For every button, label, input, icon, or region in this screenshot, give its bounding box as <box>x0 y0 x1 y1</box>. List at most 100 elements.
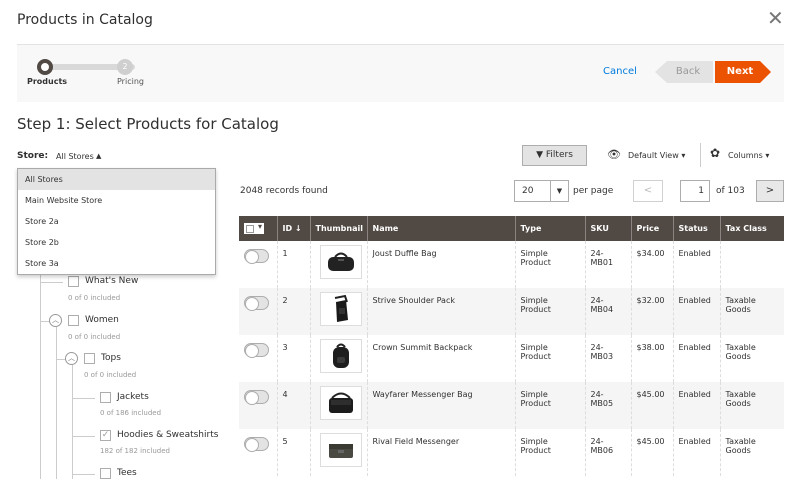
store-option-store-2a[interactable]: Store 2a <box>18 211 215 232</box>
cell-tax-class: Taxable Goods <box>719 288 784 335</box>
records-count: 2048 records found <box>240 186 328 196</box>
select-toggle[interactable] <box>244 249 269 264</box>
collapse-icon[interactable]: ︿ <box>65 352 78 365</box>
cancel-button[interactable]: Cancel <box>603 66 637 77</box>
select-toggle[interactable] <box>244 343 269 358</box>
step-pricing-label: Pricing <box>117 77 144 86</box>
cell-id: 5 <box>276 429 310 476</box>
cell-sku: 24-MB01 <box>584 241 631 288</box>
per-page-value: 20 <box>522 186 534 196</box>
filters-button[interactable]: ▼ Filters <box>522 145 587 166</box>
caret-down-icon[interactable]: ▼ <box>550 181 568 201</box>
collapse-icon[interactable]: ︿ <box>49 314 62 327</box>
column-header-type[interactable]: Type <box>514 216 585 241</box>
tree-item-tees[interactable]: Tees <box>117 468 137 478</box>
category-checkbox[interactable] <box>84 353 95 364</box>
table-row[interactable]: 2 Strive Shoulder Pack Simple Product 24… <box>239 288 784 335</box>
tree-item-count: 0 of 0 included <box>68 294 121 302</box>
product-thumbnail <box>319 245 362 279</box>
caret-up-icon[interactable]: ▲ <box>96 152 101 160</box>
columns-dropdown[interactable]: Columns ▾ <box>728 151 769 160</box>
grid-header-row: ID ↓ Thumbnail Name Type SKU Price Statu… <box>239 216 784 241</box>
divider <box>700 143 701 167</box>
cell-name: Rival Field Messenger <box>366 429 515 476</box>
store-option-store-2b[interactable]: Store 2b <box>18 232 215 253</box>
close-icon[interactable]: ✕ <box>767 8 784 28</box>
caret-down-icon: ▾ <box>765 151 770 160</box>
column-header-status[interactable]: Status <box>672 216 720 241</box>
modal-title: Products in Catalog <box>17 12 153 28</box>
product-thumbnail <box>319 339 362 373</box>
back-button[interactable]: Back <box>655 61 713 83</box>
mass-action-checkbox[interactable] <box>239 216 277 241</box>
store-option-store-3a[interactable]: Store 3a <box>18 253 215 274</box>
tree-connector <box>56 327 57 479</box>
step-products-dot <box>37 59 53 75</box>
cell-sku: 24-MB05 <box>584 382 631 429</box>
product-grid: ID ↓ Thumbnail Name Type SKU Price Statu… <box>239 216 784 476</box>
column-header-name[interactable]: Name <box>366 216 515 241</box>
table-row[interactable]: 4 Wayfarer Messenger Bag Simple Product … <box>239 382 784 429</box>
category-checkbox-checked[interactable]: ✓ <box>100 430 111 441</box>
cell-price: $45.00 <box>630 429 673 476</box>
tree-connector <box>72 436 95 437</box>
tree-item-hoodies-sweatshirts[interactable]: Hoodies & Sweatshirts <box>117 430 218 440</box>
per-page-label: per page <box>573 186 614 196</box>
select-toggle[interactable] <box>244 437 269 452</box>
store-switcher[interactable]: All Stores <box>56 152 94 161</box>
tree-item-tops[interactable]: Tops <box>101 353 121 363</box>
tree-item-count: 182 of 182 included <box>100 447 170 455</box>
cell-status: Enabled <box>672 241 720 288</box>
next-button[interactable]: Next <box>715 61 771 83</box>
total-pages: of 103 <box>716 186 745 196</box>
cell-name: Strive Shoulder Pack <box>366 288 515 335</box>
category-checkbox[interactable] <box>100 392 111 403</box>
previous-page-button[interactable]: < <box>633 180 663 202</box>
next-page-button[interactable]: > <box>756 180 784 202</box>
default-view-dropdown[interactable]: Default View ▾ <box>628 151 685 160</box>
filters-label: Filters <box>545 150 573 160</box>
gear-icon: ✿ <box>710 146 721 160</box>
select-toggle[interactable] <box>244 296 269 311</box>
category-checkbox[interactable] <box>68 276 79 287</box>
tree-item-count: 0 of 0 included <box>68 333 121 341</box>
cell-status: Enabled <box>672 382 720 429</box>
category-checkbox[interactable] <box>100 468 111 479</box>
cell-type: Simple Product <box>514 429 585 476</box>
step-products-label: Products <box>27 77 68 86</box>
column-header-price[interactable]: Price <box>630 216 673 241</box>
store-label: Store: <box>17 151 49 161</box>
tree-connector <box>72 398 95 399</box>
column-header-tax-class[interactable]: Tax Class <box>719 216 784 241</box>
table-row[interactable]: 3 Crown Summit Backpack Simple Product 2… <box>239 335 784 382</box>
store-dropdown: All Stores Main Website Store Store 2a S… <box>17 168 216 275</box>
tree-item-jackets[interactable]: Jackets <box>117 392 149 402</box>
select-toggle[interactable] <box>244 390 269 405</box>
eye-icon: 👁 <box>607 148 621 161</box>
cell-name: Crown Summit Backpack <box>366 335 515 382</box>
per-page-select[interactable]: 20 ▼ <box>514 180 569 202</box>
cell-name: Wayfarer Messenger Bag <box>366 382 515 429</box>
column-header-thumbnail[interactable]: Thumbnail <box>309 216 367 241</box>
cell-sku: 24-MB06 <box>584 429 631 476</box>
column-header-sku[interactable]: SKU <box>584 216 631 241</box>
category-checkbox[interactable] <box>68 315 79 326</box>
column-header-id[interactable]: ID ↓ <box>276 216 310 241</box>
caret-down-icon: ▾ <box>681 151 686 160</box>
cell-price: $34.00 <box>630 241 673 288</box>
tree-item-count: 0 of 186 included <box>100 409 162 417</box>
page-number-input[interactable]: 1 <box>680 180 710 202</box>
cell-id: 4 <box>276 382 310 429</box>
tree-connector <box>40 275 41 479</box>
table-row[interactable]: 1 Joust Duffle Bag Simple Product 24-MB0… <box>239 241 784 288</box>
product-thumbnail <box>319 386 362 420</box>
tree-item-women[interactable]: Women <box>85 315 119 325</box>
product-thumbnail <box>319 292 362 326</box>
store-option-all-stores[interactable]: All Stores <box>18 169 215 190</box>
tree-connector <box>72 365 73 479</box>
table-row[interactable]: 5 Rival Field Messenger Simple Product 2… <box>239 429 784 476</box>
cell-id: 2 <box>276 288 310 335</box>
store-option-main-website[interactable]: Main Website Store <box>18 190 215 211</box>
tree-item-whats-new[interactable]: What's New <box>85 276 138 286</box>
wizard-steps: 2 Products Pricing Cancel Back Next <box>17 44 784 102</box>
